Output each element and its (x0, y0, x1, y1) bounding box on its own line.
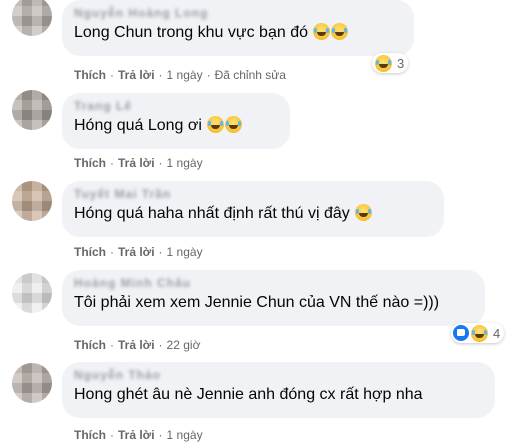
comment-bubble: Hoàng Minh Châu Tôi phải xem xem Jennie … (62, 270, 485, 326)
comment-bubble: Nguyễn Hoàng Long Long Chun trong khu vự… (62, 0, 414, 56)
laughing-emoji (375, 54, 392, 72)
comment-actions: Thích · Trả lời · 1 ngày (74, 428, 203, 442)
joy-emoji (225, 116, 243, 133)
timestamp[interactable]: 1 ngày (167, 428, 203, 442)
reaction-summary[interactable]: 3 (372, 53, 409, 73)
reply-button[interactable]: Trả lời (118, 245, 155, 259)
like-button[interactable]: Thích (74, 156, 106, 170)
author-name[interactable]: Tuyết Mai Trần (74, 187, 432, 201)
avatar[interactable] (12, 273, 52, 313)
timestamp[interactable]: 1 ngày (167, 245, 203, 259)
comment-actions: Thích · Trả lời · 1 ngày (74, 245, 203, 259)
author-name[interactable]: Trang Lê (74, 99, 278, 113)
reply-button[interactable]: Trả lời (118, 428, 155, 442)
timestamp[interactable]: 22 giờ (167, 338, 201, 352)
avatar[interactable] (12, 90, 52, 130)
comment-actions: Thích · Trả lời · 22 giờ (74, 338, 201, 352)
reply-button[interactable]: Trả lời (118, 68, 155, 82)
reaction-count: 4 (493, 325, 501, 341)
avatar[interactable] (12, 0, 52, 36)
avatar[interactable] (12, 181, 52, 221)
timestamp[interactable]: 1 ngày (167, 156, 203, 170)
reply-button[interactable]: Trả lời (118, 156, 155, 170)
comment-actions: Thích · Trả lời · 1 ngày · Đã chỉnh sửa (74, 68, 286, 82)
like-button[interactable]: Thích (74, 245, 106, 259)
comment-text: Tôi phải xem xem Jennie Chun của VN thế … (74, 294, 440, 311)
like-icon (453, 325, 469, 341)
reaction-count: 3 (397, 55, 405, 71)
timestamp[interactable]: 1 ngày (167, 68, 203, 82)
like-button[interactable]: Thích (74, 338, 106, 352)
comment-bubble: Trang Lê Hóng quá Long ơi (62, 93, 290, 149)
reply-button[interactable]: Trả lời (118, 338, 155, 352)
laughing-emoji (471, 324, 488, 342)
author-name[interactable]: Hoàng Minh Châu (74, 276, 473, 290)
avatar[interactable] (12, 363, 52, 403)
rofl-emoji (355, 204, 373, 221)
comment-text: Hong ghét âu nè Jennie anh đóng cx rất h… (74, 386, 423, 403)
joy-emoji (207, 116, 225, 133)
comment-actions: Thích · Trả lời · 1 ngày (74, 156, 203, 170)
like-button[interactable]: Thích (74, 428, 106, 442)
edited-label: Đã chỉnh sửa (214, 68, 286, 82)
rofl-emoji (313, 23, 331, 40)
comment-text: Long Chun trong khu vực bạn đó (74, 24, 308, 41)
comment-text: Hóng quá haha nhất định rất thú vị đây (74, 205, 350, 222)
author-name[interactable]: Nguyễn Thảo (74, 368, 483, 382)
comment-bubble: Tuyết Mai Trần Hóng quá haha nhất định r… (62, 181, 444, 237)
rofl-emoji (331, 23, 349, 40)
author-name[interactable]: Nguyễn Hoàng Long (74, 6, 402, 20)
comment-text: Hóng quá Long ơi (74, 117, 202, 134)
reaction-summary[interactable]: 4 (451, 323, 505, 343)
like-button[interactable]: Thích (74, 68, 106, 82)
comment-bubble: Nguyễn Thảo Hong ghét âu nè Jennie anh đ… (62, 362, 495, 418)
